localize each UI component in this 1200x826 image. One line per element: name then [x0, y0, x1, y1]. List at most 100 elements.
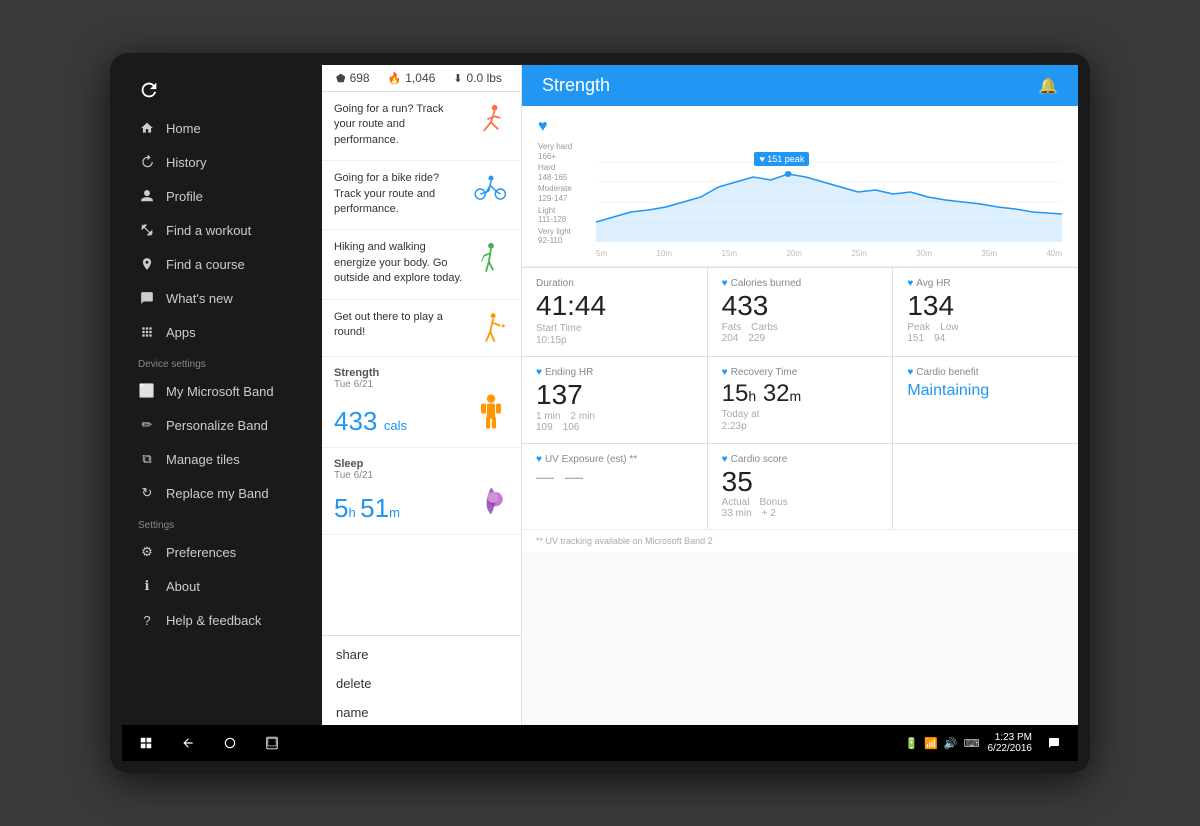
sidebar-item-history[interactable]: History	[122, 145, 322, 179]
stat-duration: Duration 41:44 Start Time 10:15p	[522, 268, 707, 356]
tablet-button[interactable]	[258, 729, 286, 757]
context-name[interactable]: name	[322, 698, 521, 725]
sleep-mins: 51	[360, 493, 389, 523]
sidebar-item-my-band[interactable]: ⬜ My Microsoft Band	[122, 374, 322, 408]
taskbar-right: 🔋 📶 🔊 ⌨ 1:23 PM 6/22/2016	[905, 729, 1069, 757]
hr-chart-container: Very hard166+ Hard148-165 Moderate129-14…	[538, 142, 1062, 258]
about-icon: ℹ	[138, 577, 156, 595]
avg-hr-label: ♥ Avg HR	[907, 278, 1064, 289]
prefs-icon: ⚙	[138, 543, 156, 561]
2min-label: 2 min	[570, 411, 594, 422]
sidebar-item-personalize[interactable]: ✏ Personalize Band	[122, 408, 322, 442]
peak-label-hr: Peak	[907, 322, 930, 333]
activity-card-strength[interactable]: Strength Tue 6/21 433 cals	[322, 357, 521, 448]
activity-card-sleep[interactable]: Sleep Tue 6/21 5h 51m	[322, 448, 521, 535]
steps-stat: ⬟ 698	[336, 71, 370, 85]
actual-value: 33 min	[722, 508, 752, 519]
action-center-button[interactable]	[1040, 729, 1068, 757]
taskbar-time: 1:23 PM 6/22/2016	[988, 732, 1033, 754]
sleep-icon	[473, 483, 509, 524]
replace-icon: ↻	[138, 484, 156, 502]
sidebar-item-apps[interactable]: Apps	[122, 315, 322, 349]
weight-stat: ⬇ 0.0 lbs	[453, 71, 502, 85]
sidebar-home-label: Home	[166, 121, 201, 136]
back-button[interactable]	[174, 729, 202, 757]
context-delete[interactable]: delete	[322, 669, 521, 698]
detail-title: Strength	[542, 75, 610, 96]
sidebar-logo	[122, 65, 322, 111]
detail-panel: Strength 🔔 ♥ Very hard166+ Hard148-165	[522, 65, 1078, 725]
activity-list: ⬟ 698 🔥 1,046 ⬇ 0.0 lbs	[322, 65, 522, 725]
avg-hr-value: 134	[907, 291, 1064, 322]
windows-start-button[interactable]	[132, 729, 160, 757]
strength-date: Tue 6/21	[334, 379, 509, 390]
hike-card-text: Hiking and walking energize your body. G…	[334, 240, 465, 288]
cardio-benefit-value: Maintaining	[907, 382, 1064, 400]
activity-card-bike[interactable]: Going for a bike ride? Track your route …	[322, 161, 521, 230]
detail-header: Strength 🔔	[522, 65, 1078, 106]
stat-avg-hr: ♥ Avg HR 134 Peak Low 151 94	[893, 268, 1078, 356]
bike-icon	[473, 171, 509, 207]
1min-label: 1 min	[536, 411, 560, 422]
time-25m: 25m	[851, 249, 867, 258]
uv-value: — —	[536, 467, 693, 488]
history-icon	[138, 153, 156, 171]
sidebar: Home History Profile	[122, 65, 322, 725]
sidebar-find-workout-label: Find a workout	[166, 223, 251, 238]
sleep-h-unit: h	[348, 505, 355, 520]
sidebar-item-preferences[interactable]: ⚙ Preferences	[122, 535, 322, 569]
sidebar-item-replace-band[interactable]: ↻ Replace my Band	[122, 476, 322, 510]
peak-label: ♥ 151 peak	[754, 152, 809, 166]
sidebar-item-find-workout[interactable]: Find a workout	[122, 213, 322, 247]
sidebar-item-home[interactable]: Home	[122, 111, 322, 145]
fats-label: Fats	[722, 322, 741, 333]
sidebar-item-help[interactable]: ? Help & feedback	[122, 603, 322, 637]
run-card-title: Going for a run? Track your route and pe…	[334, 102, 465, 148]
main-content: ⬟ 698 🔥 1,046 ⬇ 0.0 lbs	[322, 65, 1078, 725]
sidebar-whats-new-label: What's new	[166, 291, 233, 306]
sidebar-item-whats-new[interactable]: What's new	[122, 281, 322, 315]
sleep-date: Tue 6/21	[334, 470, 509, 481]
taskbar: 🔋 📶 🔊 ⌨ 1:23 PM 6/22/2016	[122, 725, 1078, 761]
cardio-heart-icon: ♥	[907, 367, 913, 378]
calories-value: 1,046	[405, 71, 435, 85]
profile-icon	[138, 187, 156, 205]
cal-heart-icon: ♥	[722, 278, 728, 289]
sidebar-item-about[interactable]: ℹ About	[122, 569, 322, 603]
stats-bar: ⬟ 698 🔥 1,046 ⬇ 0.0 lbs	[322, 65, 521, 92]
context-share[interactable]: share	[322, 640, 521, 669]
time-display: 1:23 PM	[988, 732, 1033, 743]
sidebar-item-manage-tiles[interactable]: ⧉ Manage tiles	[122, 442, 322, 476]
activity-card-golf[interactable]: Get out there to play a round!	[322, 300, 521, 357]
sidebar-personalize-label: Personalize Band	[166, 418, 268, 433]
run-card-text: Going for a run? Track your route and pe…	[334, 102, 465, 150]
recovery-heart-icon: ♥	[722, 367, 728, 378]
zone-very-light: Very light92-110	[538, 227, 588, 246]
carbs-value: 229	[748, 333, 765, 344]
ending-hr-sub: 1 min 2 min	[536, 411, 693, 422]
hike-card-title: Hiking and walking energize your body. G…	[334, 240, 465, 286]
bike-card-title: Going for a bike ride? Track your route …	[334, 171, 465, 217]
heart-icon: ♥	[538, 118, 1062, 136]
strength-cals-value: 433	[334, 406, 377, 436]
stat-uv: ♥ UV Exposure (est) ** — —	[522, 444, 707, 530]
recovery-label: ♥ Recovery Time	[722, 367, 879, 378]
context-menu-area: share delete name 6/21 Strength 1 cal	[322, 635, 521, 725]
tiles-icon: ⧉	[138, 450, 156, 468]
stats-grid: Duration 41:44 Start Time 10:15p ♥ Calor…	[522, 267, 1078, 529]
sleep-m-unit: m	[389, 505, 400, 520]
ending-hr-label: ♥ Ending HR	[536, 367, 693, 378]
new-icon	[138, 289, 156, 307]
sidebar-item-profile[interactable]: Profile	[122, 179, 322, 213]
activity-card-hike[interactable]: Hiking and walking energize your body. G…	[322, 230, 521, 299]
time-30m: 30m	[916, 249, 932, 258]
activity-card-run[interactable]: Going for a run? Track your route and pe…	[322, 92, 521, 161]
golf-icon	[473, 310, 509, 346]
zone-light: Light111-128	[538, 206, 588, 225]
sidebar-item-find-course[interactable]: Find a course	[122, 247, 322, 281]
taskbar-system-icons: 🔋 📶 🔊 ⌨	[905, 737, 980, 750]
calories-vals-row: 204 229	[722, 333, 879, 344]
hr-sub-row: Peak Low	[907, 322, 1064, 333]
home-taskbar-button[interactable]	[216, 729, 244, 757]
apps-icon	[138, 323, 156, 341]
